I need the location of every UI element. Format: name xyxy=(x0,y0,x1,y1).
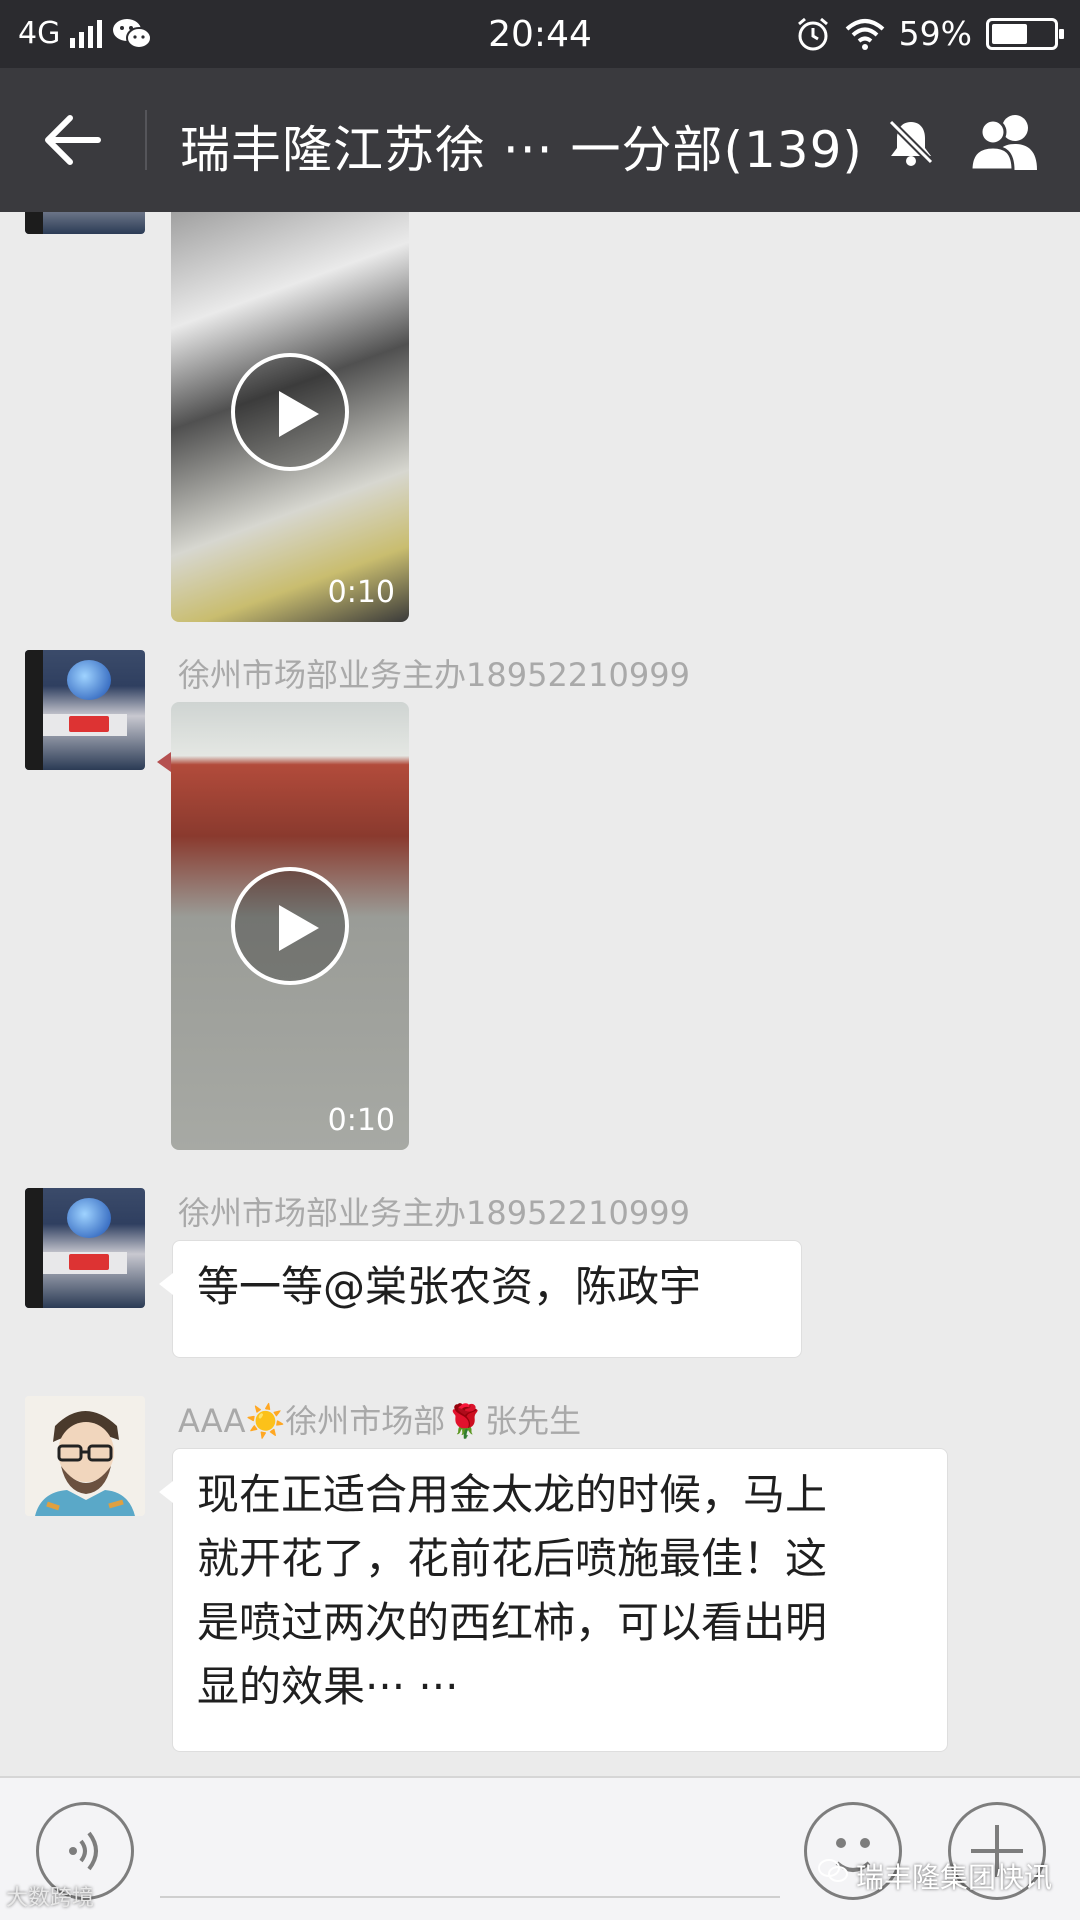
battery-icon xyxy=(986,17,1064,50)
text-input[interactable] xyxy=(160,1896,780,1898)
sender-name: 徐州市场部业务主办18952210999 xyxy=(178,656,690,694)
back-arrow-icon[interactable] xyxy=(40,110,104,170)
sender-avatar[interactable] xyxy=(25,212,145,234)
video-duration: 0:10 xyxy=(327,575,395,610)
status-right: 59% xyxy=(795,14,1064,53)
header-divider xyxy=(145,110,147,170)
message-line: 现在正适合用金太龙的时候，马上 xyxy=(197,1470,828,1519)
message-text: 等一等@棠张农资，陈政宇 xyxy=(197,1262,702,1311)
sender-name: AAA☀️徐州市场部🌹张先生 xyxy=(178,1402,582,1440)
message-line: 显的效果··· ··· xyxy=(197,1662,459,1711)
video-duration: 0:10 xyxy=(327,1103,395,1138)
video-message[interactable]: 0:10 xyxy=(171,212,409,622)
text-bubble[interactable]: 现在正适合用金太龙的时候，马上 就开花了，花前花后喷施最佳！这 是喷过两次的西红… xyxy=(159,1448,948,1752)
video-message[interactable]: 0:10 xyxy=(171,702,409,1150)
bubble-tail xyxy=(157,752,171,772)
alarm-icon xyxy=(797,17,828,50)
group-members-icon[interactable] xyxy=(965,112,1049,172)
status-bar: 4G 20:44 59% xyxy=(0,0,1080,68)
sender-name: 徐州市场部业务主办18952210999 xyxy=(178,1194,690,1232)
play-icon[interactable] xyxy=(231,353,349,471)
hipster-avatar-icon xyxy=(25,1396,145,1516)
watermark-right: 瑞丰隆集团快讯 xyxy=(856,1861,1053,1894)
play-icon[interactable] xyxy=(231,867,349,985)
sender-avatar[interactable] xyxy=(25,1188,145,1308)
message-line: 是喷过两次的西红柿，可以看出明 xyxy=(197,1598,828,1647)
message-line: 就开花了，花前花后喷施最佳！这 xyxy=(197,1534,828,1583)
mute-bell-icon[interactable] xyxy=(885,116,937,168)
watermark-left: 大数跨境 xyxy=(6,1886,95,1911)
wifi-icon xyxy=(845,18,884,50)
chat-header: 瑞丰隆江苏徐 ··· 一分部(139) xyxy=(0,68,1080,212)
text-bubble[interactable]: 等一等@棠张农资，陈政宇 xyxy=(159,1240,802,1358)
message-list[interactable]: 0:10 徐州市场部业务主办18952210999 0:10 徐州市场部业务主办… xyxy=(0,212,1080,1776)
sender-avatar[interactable] xyxy=(25,650,145,770)
battery-percent: 59% xyxy=(898,14,972,53)
chat-title: 瑞丰隆江苏徐 ··· 一分部(139) xyxy=(180,121,863,179)
wechat-logo-icon xyxy=(818,1859,848,1882)
sender-avatar[interactable] xyxy=(25,1396,145,1516)
input-bar xyxy=(0,1776,1080,1920)
